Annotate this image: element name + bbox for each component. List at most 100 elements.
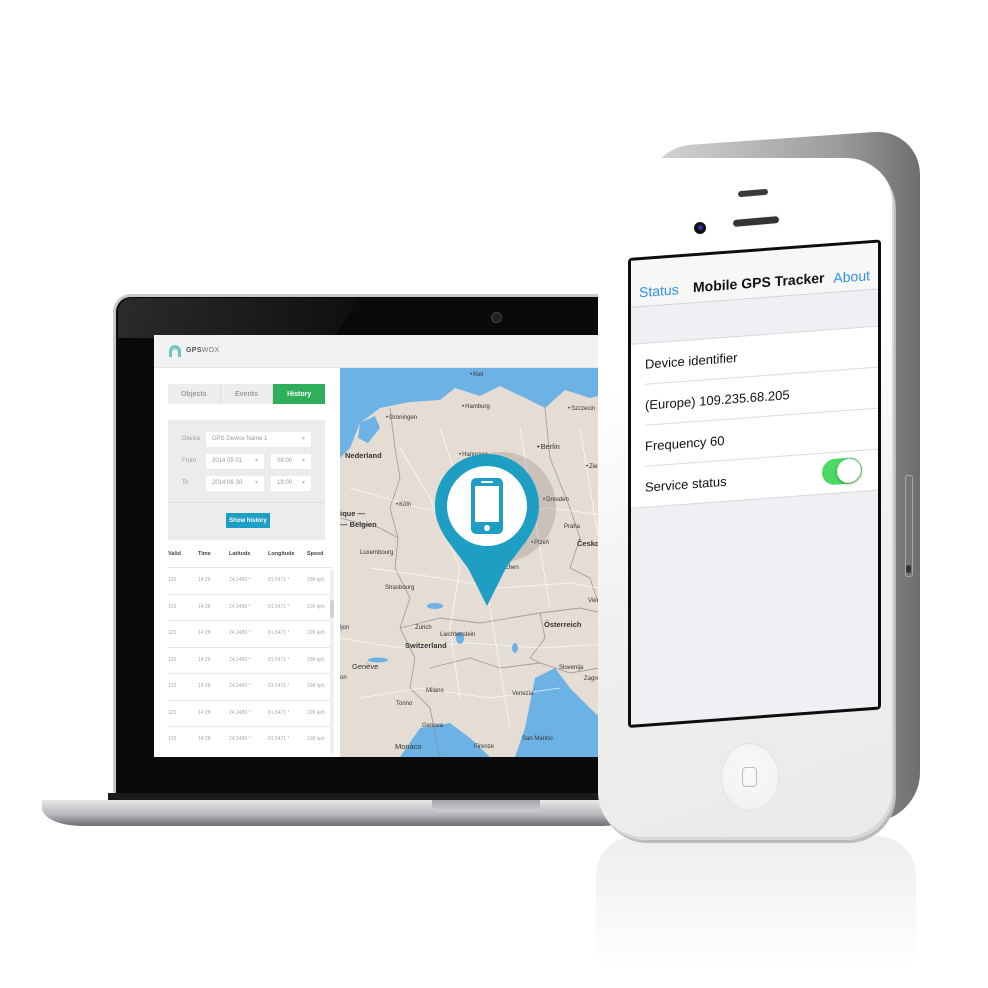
map-label-strasbourg: Strasbourg [385,585,415,591]
cell-time: 14:28 [198,603,211,610]
cell-speed: 109 kph [307,736,325,742]
cell-longitude: 81.5471 ° [268,736,290,742]
cell-speed: 109 kph [307,656,325,663]
cell-valid: 123 [168,709,177,716]
map-label-belgien: — Belgien [340,520,377,529]
table-scrollbar-thumb[interactable] [330,600,334,618]
gpswox-logo[interactable]: GPSWOX [186,347,219,354]
map-label-koln: Köln [396,502,411,508]
cell-latitude: 24.2489 ° [229,577,251,583]
phone-reflection [596,836,916,966]
map-label-liechtenstein: Liechtenstein [440,632,476,638]
from-date-select[interactable]: 2014 05 01 ▼ [206,454,264,469]
to-time-value: 19:00 [277,480,293,486]
gpswox-logo-icon [169,345,181,357]
to-label: To [182,480,189,486]
from-date-value: 2014 05 01 [212,458,243,464]
table-row[interactable]: 123 14:28 24.2489 ° 81.5471 ° 109 kph [168,646,333,674]
cell-valid: 123 [168,577,177,583]
table-row[interactable]: 123 14:28 24.2489 ° 81.5471 ° 109 kph [168,620,333,647]
cell-time: 14:28 [198,709,211,716]
cell-longitude: 81.5471 ° [268,603,290,610]
map-label-praha: Praha [564,524,581,530]
status-button[interactable]: Status [639,281,679,300]
phone-sim-tray [905,475,913,577]
logo-light: WOX [201,347,220,354]
cell-latitude: 24.2489 ° [229,709,251,716]
home-button[interactable] [721,743,779,811]
to-row: To 2014 06 30 ▼ 19:00 ▼ [168,476,325,492]
map-label-szczecin: Szczecin [568,406,595,412]
cell-latitude: 24.2489 ° [229,656,251,663]
cell-valid: 123 [168,683,177,689]
chevron-down-icon: ▼ [301,436,306,442]
table-body: 123 14:28 24.2489 ° 81.5471 ° 109 kph 123 14:2… [168,567,333,753]
chevron-down-icon: ▼ [254,458,259,464]
cell-latitude: 24.2489 ° [229,603,251,610]
phone-screen-bezel: Status Mobile GPS Tracker About Device i… [628,239,881,728]
map-label-zurich: Zurich [415,625,432,631]
cell-longitude: 81.5471 ° [268,656,290,663]
tab-events[interactable]: Events [220,384,274,404]
table-row[interactable]: 123 14:28 24.2489 ° 81.5471 ° 109 kph [168,567,333,594]
cell-latitude: 24.2489 ° [229,683,251,689]
map-label-belgique: ique — [340,509,366,518]
laptop-glare [118,298,358,338]
map-label-switzerland: Switzerland [405,641,447,650]
to-time-select[interactable]: 19:00 ▼ [271,476,311,491]
to-date-select[interactable]: 2014 06 30 ▼ [206,476,264,491]
map-label-nederland: Nederland [345,451,382,460]
table-row[interactable]: 123 14:28 24.2489 ° 81.5471 ° 109 kph [168,726,333,753]
logo-bold: GPS [186,347,202,354]
tab-bar: Objects Events History [168,384,326,404]
phone-screen: Status Mobile GPS Tracker About Device i… [631,242,878,725]
map-label-slovenija: Slovenija [559,665,584,671]
cell-label: Frequency 60 [645,432,725,454]
tab-objects[interactable]: Objects [168,384,221,404]
laptop-screen: GPSWOX Objects Events History Device GPS… [154,335,624,757]
cell-time: 14:28 [198,736,211,742]
map-label-lyon: on [340,675,347,681]
table-row[interactable]: 123 14:28 24.2489 ° 81.5471 ° 109 kph [168,673,333,700]
table-row[interactable]: 123 14:28 24.2489 ° 81.5471 ° 109 kph [168,593,333,621]
device-select[interactable]: GPS Device Name 1 ▼ [206,432,311,447]
to-date-value: 2014 06 30 [212,480,243,486]
show-history-button[interactable]: Show history [226,513,270,528]
about-button[interactable]: About [833,267,870,286]
map-label-firenze: Firenze [474,744,495,750]
column-header-longitude[interactable]: Longitude [268,551,295,557]
cell-longitude: 81.5471 ° [268,577,290,583]
tab-history[interactable]: History [273,384,326,404]
cell-speed: 109 kph [307,603,325,610]
cell-longitude: 81.5471 ° [268,630,290,636]
toggle-knob [837,457,861,484]
settings-list: Device identifier (Europe) 109.235.68.20… [631,325,878,509]
map-label-berlin: Berlin [537,442,560,451]
cell-speed: 109 kph [307,577,325,583]
cell-longitude: 81.5471 ° [268,683,290,689]
history-table: Valid Time Latitude Longitude Speed 123 1… [168,547,333,753]
map-label-kiel: Kiel [470,372,483,378]
cell-longitude: 81.5471 ° [268,709,290,716]
from-time-select[interactable]: 08:00 ▼ [271,454,311,469]
service-status-toggle[interactable] [822,456,862,486]
cell-label: (Europe) 109.235.68.205 [645,387,790,413]
column-header-speed[interactable]: Speed [307,551,324,557]
cell-valid: 123 [168,656,177,663]
column-header-time[interactable]: Time [198,551,211,557]
laptop-camera [491,312,502,323]
map-view[interactable]: Kiel Hamburg Szczecin Groningen Nederlan… [340,368,624,757]
map-label-san-marino: San Marino [522,736,553,742]
column-header-valid[interactable]: Valid [168,551,181,557]
from-time-value: 08:00 [277,458,293,464]
column-header-latitude[interactable]: Latitude [229,551,250,557]
map-marker[interactable] [433,452,541,608]
map-label-milano: Milano [426,688,444,694]
table-row[interactable]: 123 14:28 24.2489 ° 81.5471 ° 109 kph [168,699,333,727]
cell-latitude: 24.2489 ° [229,736,251,742]
cell-speed: 109 kph [307,709,325,716]
cell-time: 14:28 [198,577,211,583]
table-scrollbar[interactable] [330,569,334,755]
device-label: Device [182,436,201,442]
cell-valid: 123 [168,603,177,610]
